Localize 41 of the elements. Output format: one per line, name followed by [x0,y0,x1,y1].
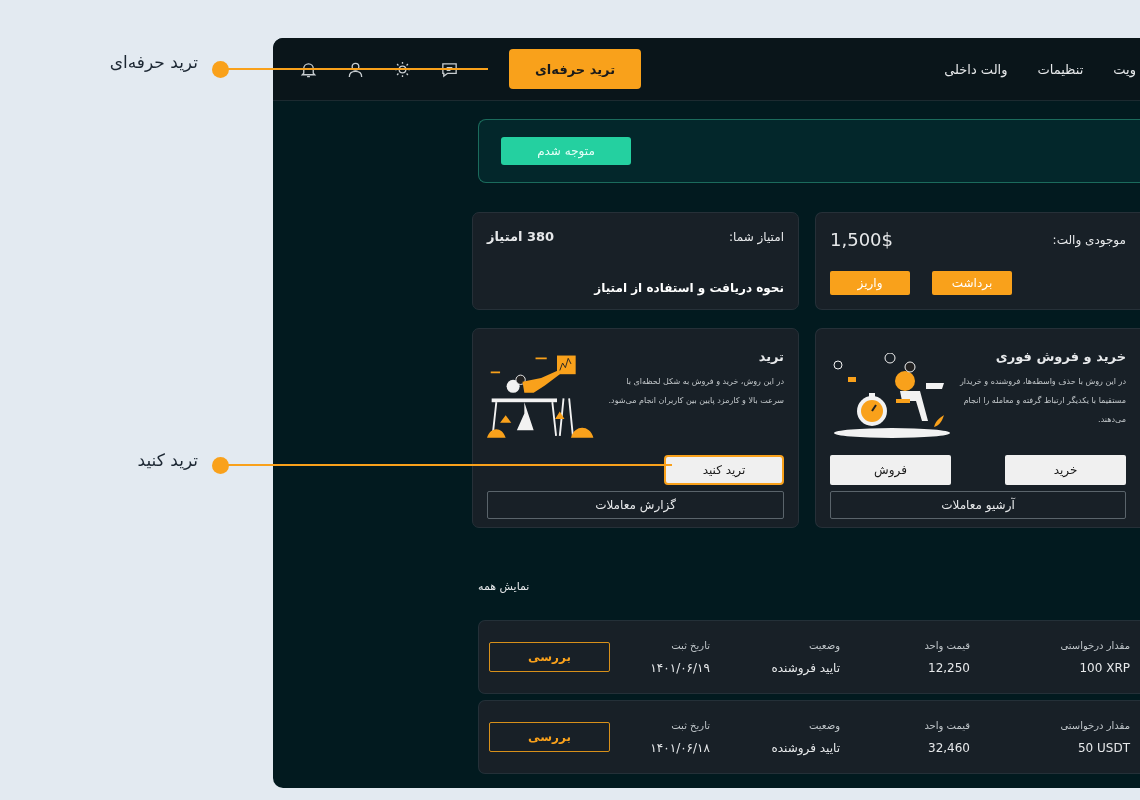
field-value: ۱۴۰۱/۰۶/۱۹ [649,660,710,675]
field-label: مقدار درخواستی [1059,719,1130,731]
nav-link[interactable]: والت داخلی [944,61,1008,77]
callout-label: ترید حرفه‌ای [109,52,198,72]
nav-link[interactable]: ویت [1113,61,1136,77]
callout-dot [212,61,229,78]
field-value: ۱۴۰۱/۰۶/۱۸ [649,740,710,755]
field-value: 12,250 [927,660,970,675]
pro-trade-button[interactable]: ترید حرفه‌ای [509,49,641,89]
field-value: تایید فروشنده [770,660,840,675]
field-label: تاریخ ثبت [670,719,710,731]
wallet-label: موجودی والت: [1052,232,1126,247]
points-label: امتیاز شما: [729,229,784,244]
review-button[interactable]: بررسی [489,722,610,752]
callout-label: ترید کنید [137,450,198,470]
field-label: قیمت واحد [923,639,970,651]
trade-report-button[interactable]: گزارش معاملات [487,491,784,519]
wallet-balance: 1,500$ [830,229,893,250]
field-label: وضعیت [808,719,840,731]
field-value: 32,460 [927,740,970,755]
callout-dot [212,457,229,474]
points-help-link[interactable]: نحوه دریافت و استفاده از امتیاز [487,281,784,295]
review-button[interactable]: بررسی [489,642,610,672]
card-title: ترید [757,349,784,364]
trade-action-button[interactable]: فروش [830,455,951,485]
start-trade-button[interactable]: ترید کنید [664,455,784,485]
field-value: تایید فروشنده [770,740,840,755]
field-value: 100 XRP [1078,660,1130,675]
field-value: 50 USDT [1076,740,1130,755]
card-title: خرید و فروش فوری [994,349,1126,364]
archive-button[interactable]: آرشیو معاملات [830,491,1126,519]
show-all-link[interactable]: نمایش همه [478,580,530,620]
card-description: در این روش، خرید و فروش به شکل لحظه‌ای با سرعت بالا و کارمزد پایین بین کاربران انجام می‌شود. [608,376,784,407]
field-label: مقدار درخواستی [1059,639,1130,651]
points-value: 380 امتیاز [487,229,555,244]
field-label: تاریخ ثبت [670,639,710,651]
card-description: در این روش با حذف واسطه‌ها، فروشنده و خریدار مستقیما با یکدیگر ارتباط گرفته و معامله را انجام می‌دهند. [958,376,1126,426]
field-label: قیمت واحد [923,719,970,731]
nav-link[interactable]: تنظیمات [1037,61,1084,77]
field-label: وضعیت [808,639,840,651]
trade-action-button[interactable]: خرید [1005,455,1126,485]
